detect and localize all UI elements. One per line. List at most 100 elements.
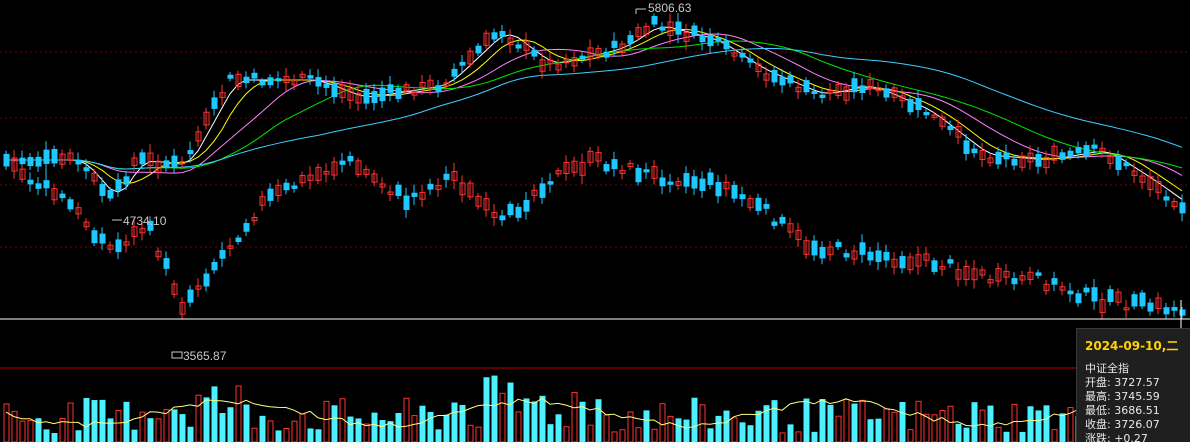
candle-body: [187, 289, 194, 303]
volume-bar: [467, 424, 474, 442]
candle-body: [835, 241, 842, 248]
volume-bar: [891, 411, 898, 442]
candle-body: [227, 74, 234, 79]
candle-body: [739, 194, 746, 200]
candle-body: [27, 157, 34, 167]
volume-bar: [987, 405, 994, 442]
candle-body: [499, 215, 506, 221]
volume-bar: [587, 424, 594, 442]
candle-body: [971, 148, 978, 154]
candle-body: [523, 199, 530, 212]
candle-body: [1083, 287, 1090, 293]
candle-body: [291, 185, 298, 189]
candle-body: [451, 68, 458, 77]
volume-bar: [811, 431, 818, 442]
volume-bar: [51, 432, 58, 442]
candle-body: [1179, 202, 1186, 214]
volume-bar: [435, 429, 442, 442]
candle-body: [139, 152, 146, 165]
volume-bar: [731, 417, 738, 442]
candle-body: [243, 223, 250, 232]
volume-bar: [275, 430, 282, 442]
candle-body: [243, 76, 250, 84]
volume-bar: [219, 413, 226, 442]
volume-bar: [651, 428, 658, 442]
candle-body: [99, 233, 106, 244]
volume-bar: [27, 420, 34, 442]
volume-bar: [195, 394, 202, 442]
candle-body: [491, 32, 498, 40]
candle-body: [27, 179, 34, 185]
volume-bar: [779, 432, 786, 442]
volume-bar: [995, 426, 1002, 442]
low-marker-box: [171, 351, 183, 359]
candle-body: [1011, 278, 1018, 285]
candle-body: [1035, 154, 1042, 167]
volume-bar: [427, 411, 434, 442]
tooltip-row: 涨跌: +0.27: [1085, 432, 1148, 442]
volume-bar: [571, 391, 578, 442]
volume-bar: [283, 427, 290, 442]
candle-body: [1171, 307, 1178, 311]
candle-body: [1147, 302, 1154, 312]
candle-body: [715, 182, 722, 197]
candle-body: [635, 167, 642, 183]
volume-bar: [451, 402, 458, 442]
candle-body: [579, 55, 586, 60]
volume-bar: [1003, 431, 1010, 442]
kline-chart[interactable]: 5806.63 4734.10 3565.87: [0, 0, 1190, 442]
candle-body: [259, 80, 266, 86]
candle-body: [707, 172, 714, 186]
candle-body: [803, 80, 810, 93]
volume-bar: [331, 405, 338, 442]
candle-body: [915, 98, 922, 111]
tooltip-row: 开盘: 3727.57: [1085, 376, 1160, 389]
volume-bar: [979, 409, 986, 442]
candle-body: [203, 273, 210, 287]
candle-body: [307, 75, 314, 79]
ohlc-tooltip: 2024-09-10,二 中证全指 开盘: 3727.57 最高: 3745.59…: [1076, 328, 1190, 442]
candle-body: [435, 85, 442, 93]
candle-body: [499, 30, 506, 37]
volume-bar: [259, 415, 266, 442]
volume-bar: [99, 399, 106, 442]
candle-body: [731, 184, 738, 199]
candle-body: [163, 160, 170, 168]
volume-bar: [1043, 405, 1050, 442]
candle-body: [251, 72, 258, 79]
volume-bar: [755, 410, 762, 442]
volume-bar: [883, 408, 890, 442]
volume-bar: [475, 426, 482, 442]
candle-body: [707, 34, 714, 47]
candle-body: [667, 181, 674, 185]
candle-body: [1075, 147, 1082, 154]
volume-bar: [659, 403, 666, 442]
volume-bar: [675, 418, 682, 442]
candle-body: [691, 25, 698, 36]
candle-body: [83, 167, 90, 172]
volume-bar: [363, 423, 370, 442]
candle-body: [315, 77, 322, 87]
candle-body: [691, 176, 698, 189]
volume-bar: [771, 400, 778, 442]
candle-body: [459, 61, 466, 66]
volume-bar: [211, 386, 218, 442]
candle-body: [115, 179, 122, 191]
moving-average-lines: [6, 26, 1183, 200]
candle-body: [387, 84, 394, 93]
volume-bar: [379, 419, 386, 442]
volume-bar: [723, 410, 730, 442]
candle-body: [811, 240, 818, 256]
candle-body: [907, 99, 914, 113]
candle-body: [1059, 152, 1066, 160]
volume-bar: [115, 409, 122, 442]
volume-bar: [171, 409, 178, 442]
volume-bar: [307, 428, 314, 442]
candle-body: [275, 78, 282, 82]
volume-bar: [299, 413, 306, 442]
candle-body: [3, 153, 10, 167]
candle-body: [163, 258, 170, 269]
volume-bar: [819, 399, 826, 442]
volume-bar: [235, 385, 242, 442]
candle-body: [443, 173, 450, 180]
